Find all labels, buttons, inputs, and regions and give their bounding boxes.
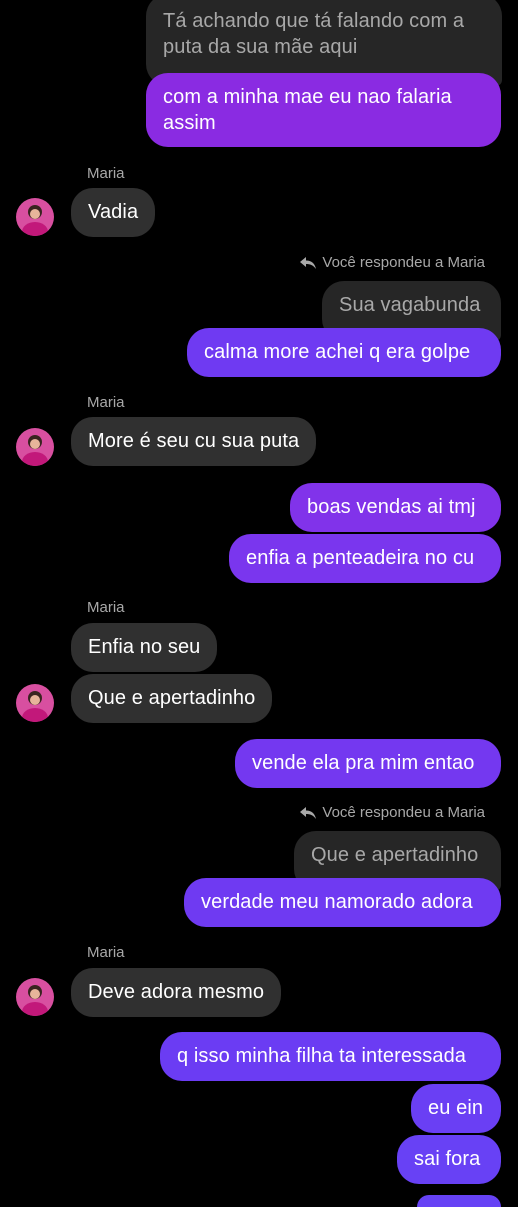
maria-avatar[interactable]	[16, 428, 54, 466]
received-message[interactable]: More é seu cu sua puta	[71, 417, 317, 466]
received-message[interactable]: Deve adora mesmo	[71, 968, 282, 1017]
sender-name: Maria	[87, 599, 125, 616]
reply-notice: Você respondeu a Maria	[300, 254, 485, 271]
sent-message[interactable]: sai fora	[397, 1135, 501, 1184]
sent-message[interactable]: calma more achei q era golpe	[187, 328, 501, 377]
sent-message[interactable]: q isso minha filha ta interessada	[160, 1032, 501, 1081]
sent-message[interactable]: eu ein	[411, 1084, 501, 1133]
sent-message[interactable]: com a minha mae eu nao falaria assim	[146, 73, 501, 147]
sent-message[interactable]: verdade meu namorado adora	[184, 878, 501, 927]
sent-message[interactable]: vende ela pra mim entao	[235, 739, 501, 788]
received-message[interactable]: Vadia	[71, 188, 156, 237]
sent-message[interactable]: boas vendas ai tmj	[290, 483, 501, 532]
received-message[interactable]: Que e apertadinho	[71, 674, 273, 723]
sender-name: Maria	[87, 165, 125, 182]
reply-arrow-icon	[300, 256, 317, 269]
maria-avatar[interactable]	[16, 978, 54, 1016]
sent-message-partial[interactable]	[417, 1195, 501, 1207]
chat-thread[interactable]: Tá achando que tá falando com a puta da …	[0, 0, 518, 1207]
sender-name: Maria	[87, 944, 125, 961]
sender-name: Maria	[87, 394, 125, 411]
received-message[interactable]: Enfia no seu	[71, 623, 218, 672]
maria-avatar[interactable]	[16, 684, 54, 722]
reply-notice: Você respondeu a Maria	[300, 804, 485, 821]
reply-notice-text: Você respondeu a Maria	[322, 254, 485, 271]
maria-avatar[interactable]	[16, 198, 54, 236]
reply-arrow-icon	[300, 806, 317, 819]
sent-message[interactable]: enfia a penteadeira no cu	[229, 534, 501, 583]
reply-notice-text: Você respondeu a Maria	[322, 804, 485, 821]
